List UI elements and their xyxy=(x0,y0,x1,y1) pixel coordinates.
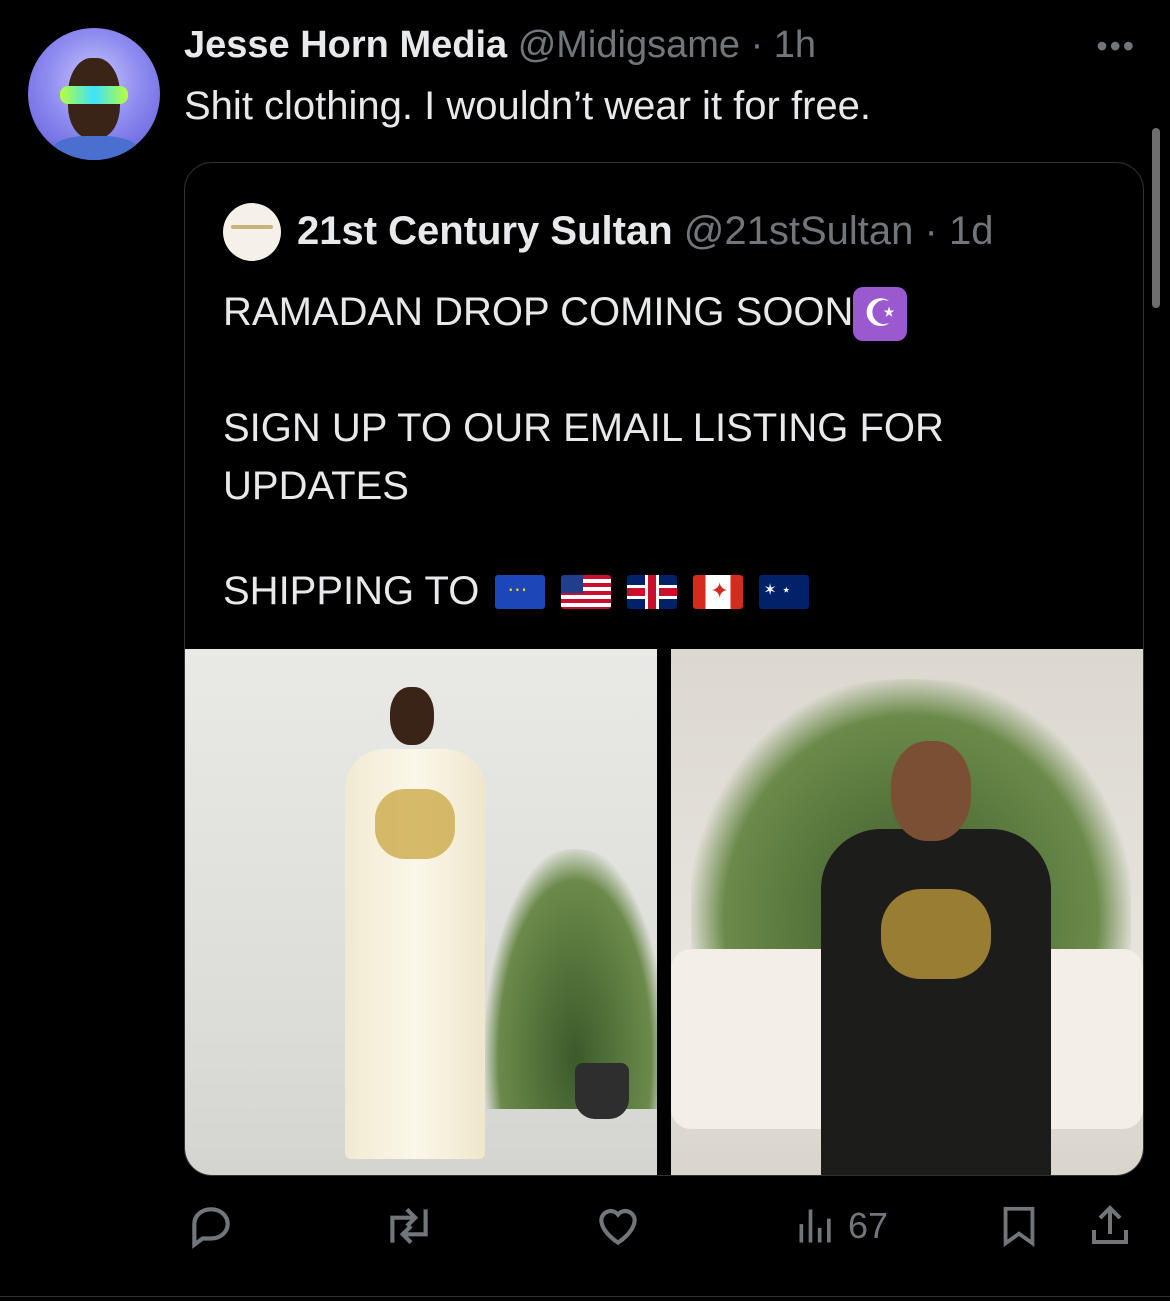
retweet-icon xyxy=(390,1207,428,1245)
author-avatar[interactable] xyxy=(28,28,160,160)
gold-embroidery xyxy=(375,789,455,859)
quoted-line-2: SIGN UP TO OUR EMAIL LISTING FOR UPDATES xyxy=(223,406,944,509)
reply-icon xyxy=(192,1207,230,1249)
shipping-line: SHIPPING TO xyxy=(223,569,810,614)
model-head xyxy=(891,741,971,841)
bookmark-button[interactable] xyxy=(996,1196,1042,1256)
views-count: 67 xyxy=(848,1205,889,1246)
avatar-glasses xyxy=(60,86,128,104)
separator-dot: · xyxy=(913,209,949,253)
author-name[interactable]: Jesse Horn Media xyxy=(184,24,507,66)
eu-flag-icon xyxy=(495,574,546,609)
quoted-time[interactable]: 1d xyxy=(949,209,994,253)
share-button[interactable] xyxy=(1086,1196,1134,1256)
quoted-author-avatar[interactable] xyxy=(223,203,281,261)
avatar-body xyxy=(50,136,140,160)
heart-icon xyxy=(599,1208,637,1246)
canada-flag-icon xyxy=(693,574,744,609)
pot-image xyxy=(575,1063,629,1119)
retweet-button[interactable] xyxy=(382,1196,436,1256)
star-crescent-icon: ☪ xyxy=(853,287,908,342)
media-image-right[interactable] xyxy=(671,649,1143,1175)
gold-embroidery xyxy=(881,889,991,979)
tweet-time[interactable]: 1h xyxy=(774,24,816,66)
logo-icon xyxy=(231,225,273,229)
quoted-text: RAMADAN DROP COMING SOON ☪ SIGN UP TO OUR… xyxy=(223,283,1083,515)
views-button[interactable]: 67 xyxy=(794,1196,888,1256)
plant-image xyxy=(485,849,657,1109)
black-robe-figure xyxy=(821,829,1051,1175)
action-bar: 67 xyxy=(186,1196,1136,1256)
quoted-author-handle[interactable]: @21stSultan xyxy=(684,209,914,253)
reply-button[interactable] xyxy=(186,1196,236,1256)
bookmark-icon xyxy=(1003,1206,1035,1247)
like-button[interactable] xyxy=(592,1196,644,1256)
quoted-line-1: RAMADAN DROP COMING SOON xyxy=(223,290,854,334)
quoted-tweet[interactable]: 21st Century Sultan @21stSultan · 1d RAM… xyxy=(184,162,1144,1176)
separator-dot: · xyxy=(740,24,774,66)
more-options-icon[interactable]: ••• xyxy=(1096,28,1136,65)
author-handle[interactable]: @Midigsame xyxy=(518,24,740,66)
uk-flag-icon xyxy=(627,574,678,609)
scrollbar[interactable] xyxy=(1152,128,1160,308)
shipping-label: SHIPPING TO xyxy=(223,569,480,613)
australia-flag-icon xyxy=(759,574,810,609)
bottom-divider xyxy=(0,1296,1170,1297)
tweet-header: Jesse Horn Media @Midigsame · 1h xyxy=(184,24,816,67)
us-flag-icon xyxy=(561,574,612,609)
quoted-header: 21st Century Sultan @21stSultan · 1d xyxy=(297,209,993,254)
media-image-left[interactable] xyxy=(185,649,657,1175)
model-head xyxy=(390,687,434,745)
views-chart-icon xyxy=(799,1209,831,1243)
media-divider xyxy=(657,649,671,1175)
share-icon xyxy=(1092,1205,1128,1244)
quoted-author-name[interactable]: 21st Century Sultan xyxy=(297,209,673,253)
tweet-text: Shit clothing. I wouldn’t wear it for fr… xyxy=(184,84,871,128)
